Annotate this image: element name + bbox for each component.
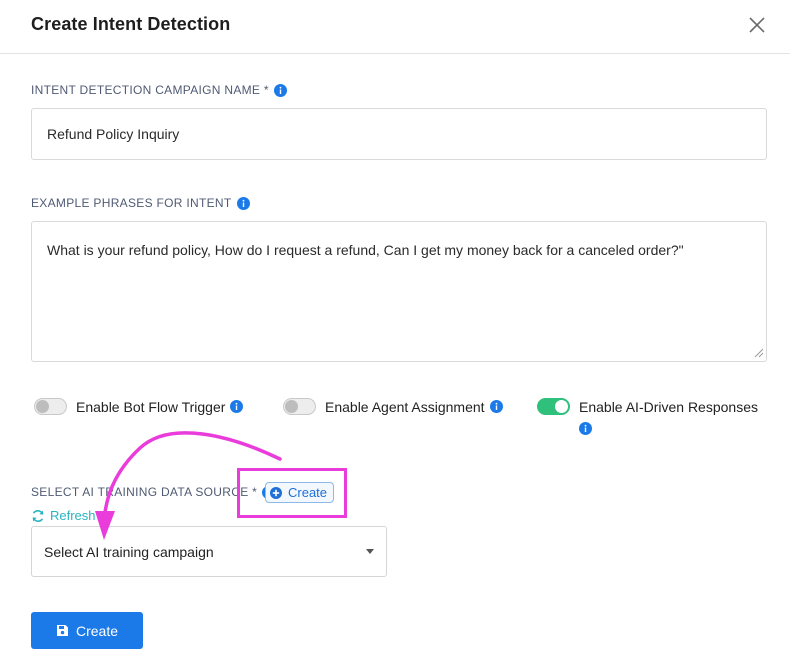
ai-driven-responses-switch[interactable] xyxy=(537,398,570,415)
toggle-bot-flow-trigger: Enable Bot Flow Trigger xyxy=(34,398,244,415)
create-button-label: Create xyxy=(75,622,119,639)
switch-knob xyxy=(36,400,49,413)
save-icon xyxy=(56,625,68,636)
modal-title: Create Intent Detection xyxy=(31,14,231,34)
modal-header: Create Intent Detection xyxy=(0,0,790,54)
agent-assignment-switch[interactable] xyxy=(283,398,316,415)
resize-grip-icon[interactable] xyxy=(754,348,764,358)
info-icon[interactable] xyxy=(230,400,244,413)
refresh-icon xyxy=(32,509,44,522)
toggle-agent-assignment: Enable Agent Assignment xyxy=(283,398,503,415)
toggle-ai-driven-responses: Enable AI-Driven Responses xyxy=(537,398,758,415)
bot-flow-trigger-label: Enable Bot Flow Trigger xyxy=(76,398,226,415)
chevron-down-icon xyxy=(366,548,374,554)
switch-knob xyxy=(285,400,298,413)
refresh-link[interactable]: Refresh xyxy=(31,508,96,523)
example-phrases-textarea[interactable]: What is your refund policy, How do I req… xyxy=(31,221,767,362)
bot-flow-trigger-switch[interactable] xyxy=(34,398,67,415)
switch-knob xyxy=(555,400,568,413)
agent-assignment-label: Enable Agent Assignment xyxy=(325,398,485,415)
example-phrases-label: EXAMPLE PHRASES FOR INTENT xyxy=(31,196,250,210)
info-icon[interactable] xyxy=(579,422,592,435)
info-icon[interactable] xyxy=(489,400,503,413)
create-intent-modal: Create Intent Detection INTENT DETECTION… xyxy=(0,0,790,660)
close-icon[interactable] xyxy=(746,14,768,36)
ai-driven-responses-label: Enable AI-Driven Responses xyxy=(579,398,758,415)
training-source-label-text: SELECT AI TRAINING DATA SOURCE * xyxy=(31,485,258,499)
training-campaign-select-value: Select AI training campaign xyxy=(44,543,214,560)
example-phrases-label-text: EXAMPLE PHRASES FOR INTENT xyxy=(31,196,232,210)
info-icon[interactable] xyxy=(236,196,250,210)
create-button[interactable]: Create xyxy=(31,612,143,649)
campaign-name-label: INTENT DETECTION CAMPAIGN NAME * xyxy=(31,83,287,97)
training-campaign-select[interactable]: Select AI training campaign xyxy=(31,526,387,577)
campaign-name-label-text: INTENT DETECTION CAMPAIGN NAME * xyxy=(31,83,269,97)
campaign-name-input[interactable] xyxy=(31,108,767,160)
refresh-label: Refresh xyxy=(50,508,96,523)
annotation-highlight-box xyxy=(237,468,347,518)
info-icon[interactable] xyxy=(273,83,287,97)
